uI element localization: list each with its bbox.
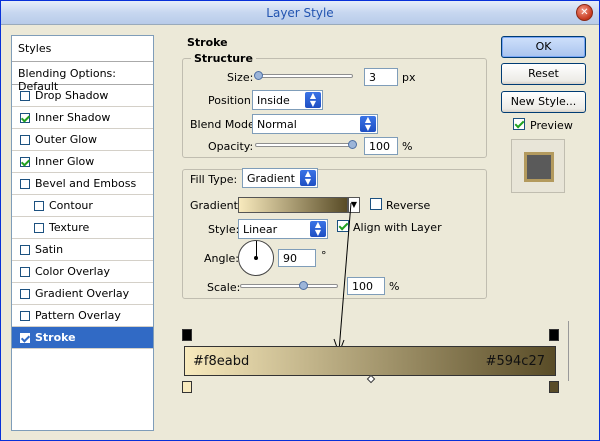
- angle-center-dot: [254, 256, 258, 260]
- opacity-slider-thumb[interactable]: [348, 140, 357, 149]
- size-label: Size:: [227, 71, 254, 84]
- style-label: Style:: [208, 223, 240, 236]
- style-item-texture[interactable]: Texture: [12, 217, 153, 239]
- size-input[interactable]: 3: [364, 68, 398, 86]
- style-item-outer-glow[interactable]: Outer Glow: [12, 129, 153, 151]
- styles-header[interactable]: Styles: [12, 36, 153, 62]
- end-color-label: #594c27: [485, 354, 545, 369]
- opacity-input[interactable]: 100: [364, 137, 398, 155]
- style-item-label: Satin: [35, 243, 64, 256]
- divider-line: [568, 321, 569, 381]
- preview-swatch: [524, 152, 554, 182]
- blend-mode-select[interactable]: Normal ▲ ▼: [252, 114, 378, 134]
- opacity-slider-track[interactable]: [255, 143, 355, 147]
- color-stop-left[interactable]: [182, 381, 192, 393]
- style-checkbox[interactable]: [20, 288, 30, 299]
- gradient-strip[interactable]: #f8eabd #594c27: [184, 346, 556, 376]
- chevron-updown-icon: ▲ ▼: [305, 92, 321, 108]
- stroke-section-title: Stroke: [187, 36, 228, 49]
- style-checkbox[interactable]: [20, 156, 30, 167]
- ok-button[interactable]: OK: [501, 36, 586, 58]
- style-item-label: Inner Glow: [35, 155, 95, 168]
- blending-options-item[interactable]: Blending Options: Default: [12, 62, 153, 93]
- blend-mode-label: Blend Mode:: [190, 118, 259, 131]
- window-title: Layer Style: [266, 6, 334, 20]
- style-checkbox[interactable]: [20, 332, 30, 343]
- style-value: Linear: [243, 223, 278, 236]
- size-slider-track[interactable]: [255, 74, 353, 78]
- style-item-label: Contour: [49, 199, 93, 212]
- chevron-updown-icon: ▲ ▼: [300, 170, 316, 186]
- opacity-label: Opacity:: [208, 140, 254, 153]
- style-checkbox[interactable]: [34, 200, 44, 211]
- layer-style-dialog: Layer Style ✕ Styles Blending Options: D…: [0, 0, 600, 441]
- style-item-label: Bevel and Emboss: [35, 177, 137, 190]
- style-item-label: Drop Shadow: [35, 89, 109, 102]
- style-item-color-overlay[interactable]: Color Overlay: [12, 261, 153, 283]
- title-bar: Layer Style ✕: [1, 1, 599, 25]
- style-item-label: Texture: [49, 221, 90, 234]
- style-item-label: Gradient Overlay: [35, 287, 130, 300]
- preview-thumbnail: [511, 139, 565, 193]
- style-item-inner-glow[interactable]: Inner Glow: [12, 151, 153, 173]
- annotation-arrow: [333, 202, 352, 355]
- style-checkbox[interactable]: [20, 266, 30, 277]
- scale-unit: %: [389, 280, 400, 293]
- style-item-label: Color Overlay: [35, 265, 110, 278]
- style-item-inner-shadow[interactable]: Inner Shadow: [12, 107, 153, 129]
- close-icon[interactable]: ✕: [576, 4, 593, 21]
- style-item-pattern-overlay[interactable]: Pattern Overlay: [12, 305, 153, 327]
- arrow-line: [338, 202, 352, 352]
- position-label: Position:: [208, 94, 255, 107]
- fill-type-label: Fill Type:: [190, 173, 238, 186]
- style-item-label: Outer Glow: [35, 133, 98, 146]
- preview-label: Preview: [530, 119, 573, 132]
- fill-type-value: Gradient: [247, 172, 295, 185]
- opacity-stop-left[interactable]: [182, 329, 192, 341]
- style-items: Drop Shadow Inner Shadow Outer Glow Inner G…: [12, 85, 153, 349]
- reset-button[interactable]: Reset: [501, 63, 586, 85]
- opacity-unit: %: [402, 140, 413, 153]
- blend-mode-value: Normal: [257, 118, 297, 131]
- angle-label: Angle:: [204, 252, 240, 265]
- position-select[interactable]: Inside ▲ ▼: [252, 90, 323, 110]
- size-slider-thumb[interactable]: [254, 71, 263, 80]
- styles-list: Styles Blending Options: Default Drop Sh…: [11, 35, 154, 431]
- style-item-satin[interactable]: Satin: [12, 239, 153, 261]
- reverse-label: Reverse: [386, 199, 431, 212]
- style-item-contour[interactable]: Contour: [12, 195, 153, 217]
- style-checkbox[interactable]: [20, 178, 30, 189]
- chevron-updown-icon: ▲ ▼: [360, 116, 376, 132]
- style-item-label: Stroke: [35, 331, 76, 344]
- gradient-label: Gradient:: [190, 199, 242, 212]
- preview-checkbox[interactable]: [513, 118, 525, 130]
- start-color-label: #f8eabd: [193, 354, 250, 369]
- style-item-stroke[interactable]: Stroke: [12, 327, 153, 349]
- opacity-stop-right[interactable]: [549, 329, 559, 341]
- style-checkbox[interactable]: [20, 112, 30, 123]
- style-checkbox[interactable]: [20, 90, 30, 101]
- style-item-gradient-overlay[interactable]: Gradient Overlay: [12, 283, 153, 305]
- gradient-midpoint[interactable]: [366, 374, 376, 384]
- style-checkbox[interactable]: [34, 222, 44, 233]
- style-item-label: Inner Shadow: [35, 111, 111, 124]
- style-item-bevel-and-emboss[interactable]: Bevel and Emboss: [12, 173, 153, 195]
- angle-dial[interactable]: [238, 240, 274, 276]
- structure-title: Structure: [191, 52, 256, 65]
- style-item-label: Pattern Overlay: [35, 309, 121, 322]
- color-stop-right[interactable]: [549, 381, 559, 393]
- style-checkbox[interactable]: [20, 310, 30, 321]
- scale-label: Scale:: [207, 281, 241, 294]
- position-value: Inside: [257, 94, 290, 107]
- style-checkbox[interactable]: [20, 244, 30, 255]
- fill-type-select[interactable]: Gradient ▲ ▼: [242, 168, 318, 188]
- style-checkbox[interactable]: [20, 134, 30, 145]
- new-style-button[interactable]: New Style...: [501, 91, 586, 113]
- size-unit: px: [402, 71, 416, 84]
